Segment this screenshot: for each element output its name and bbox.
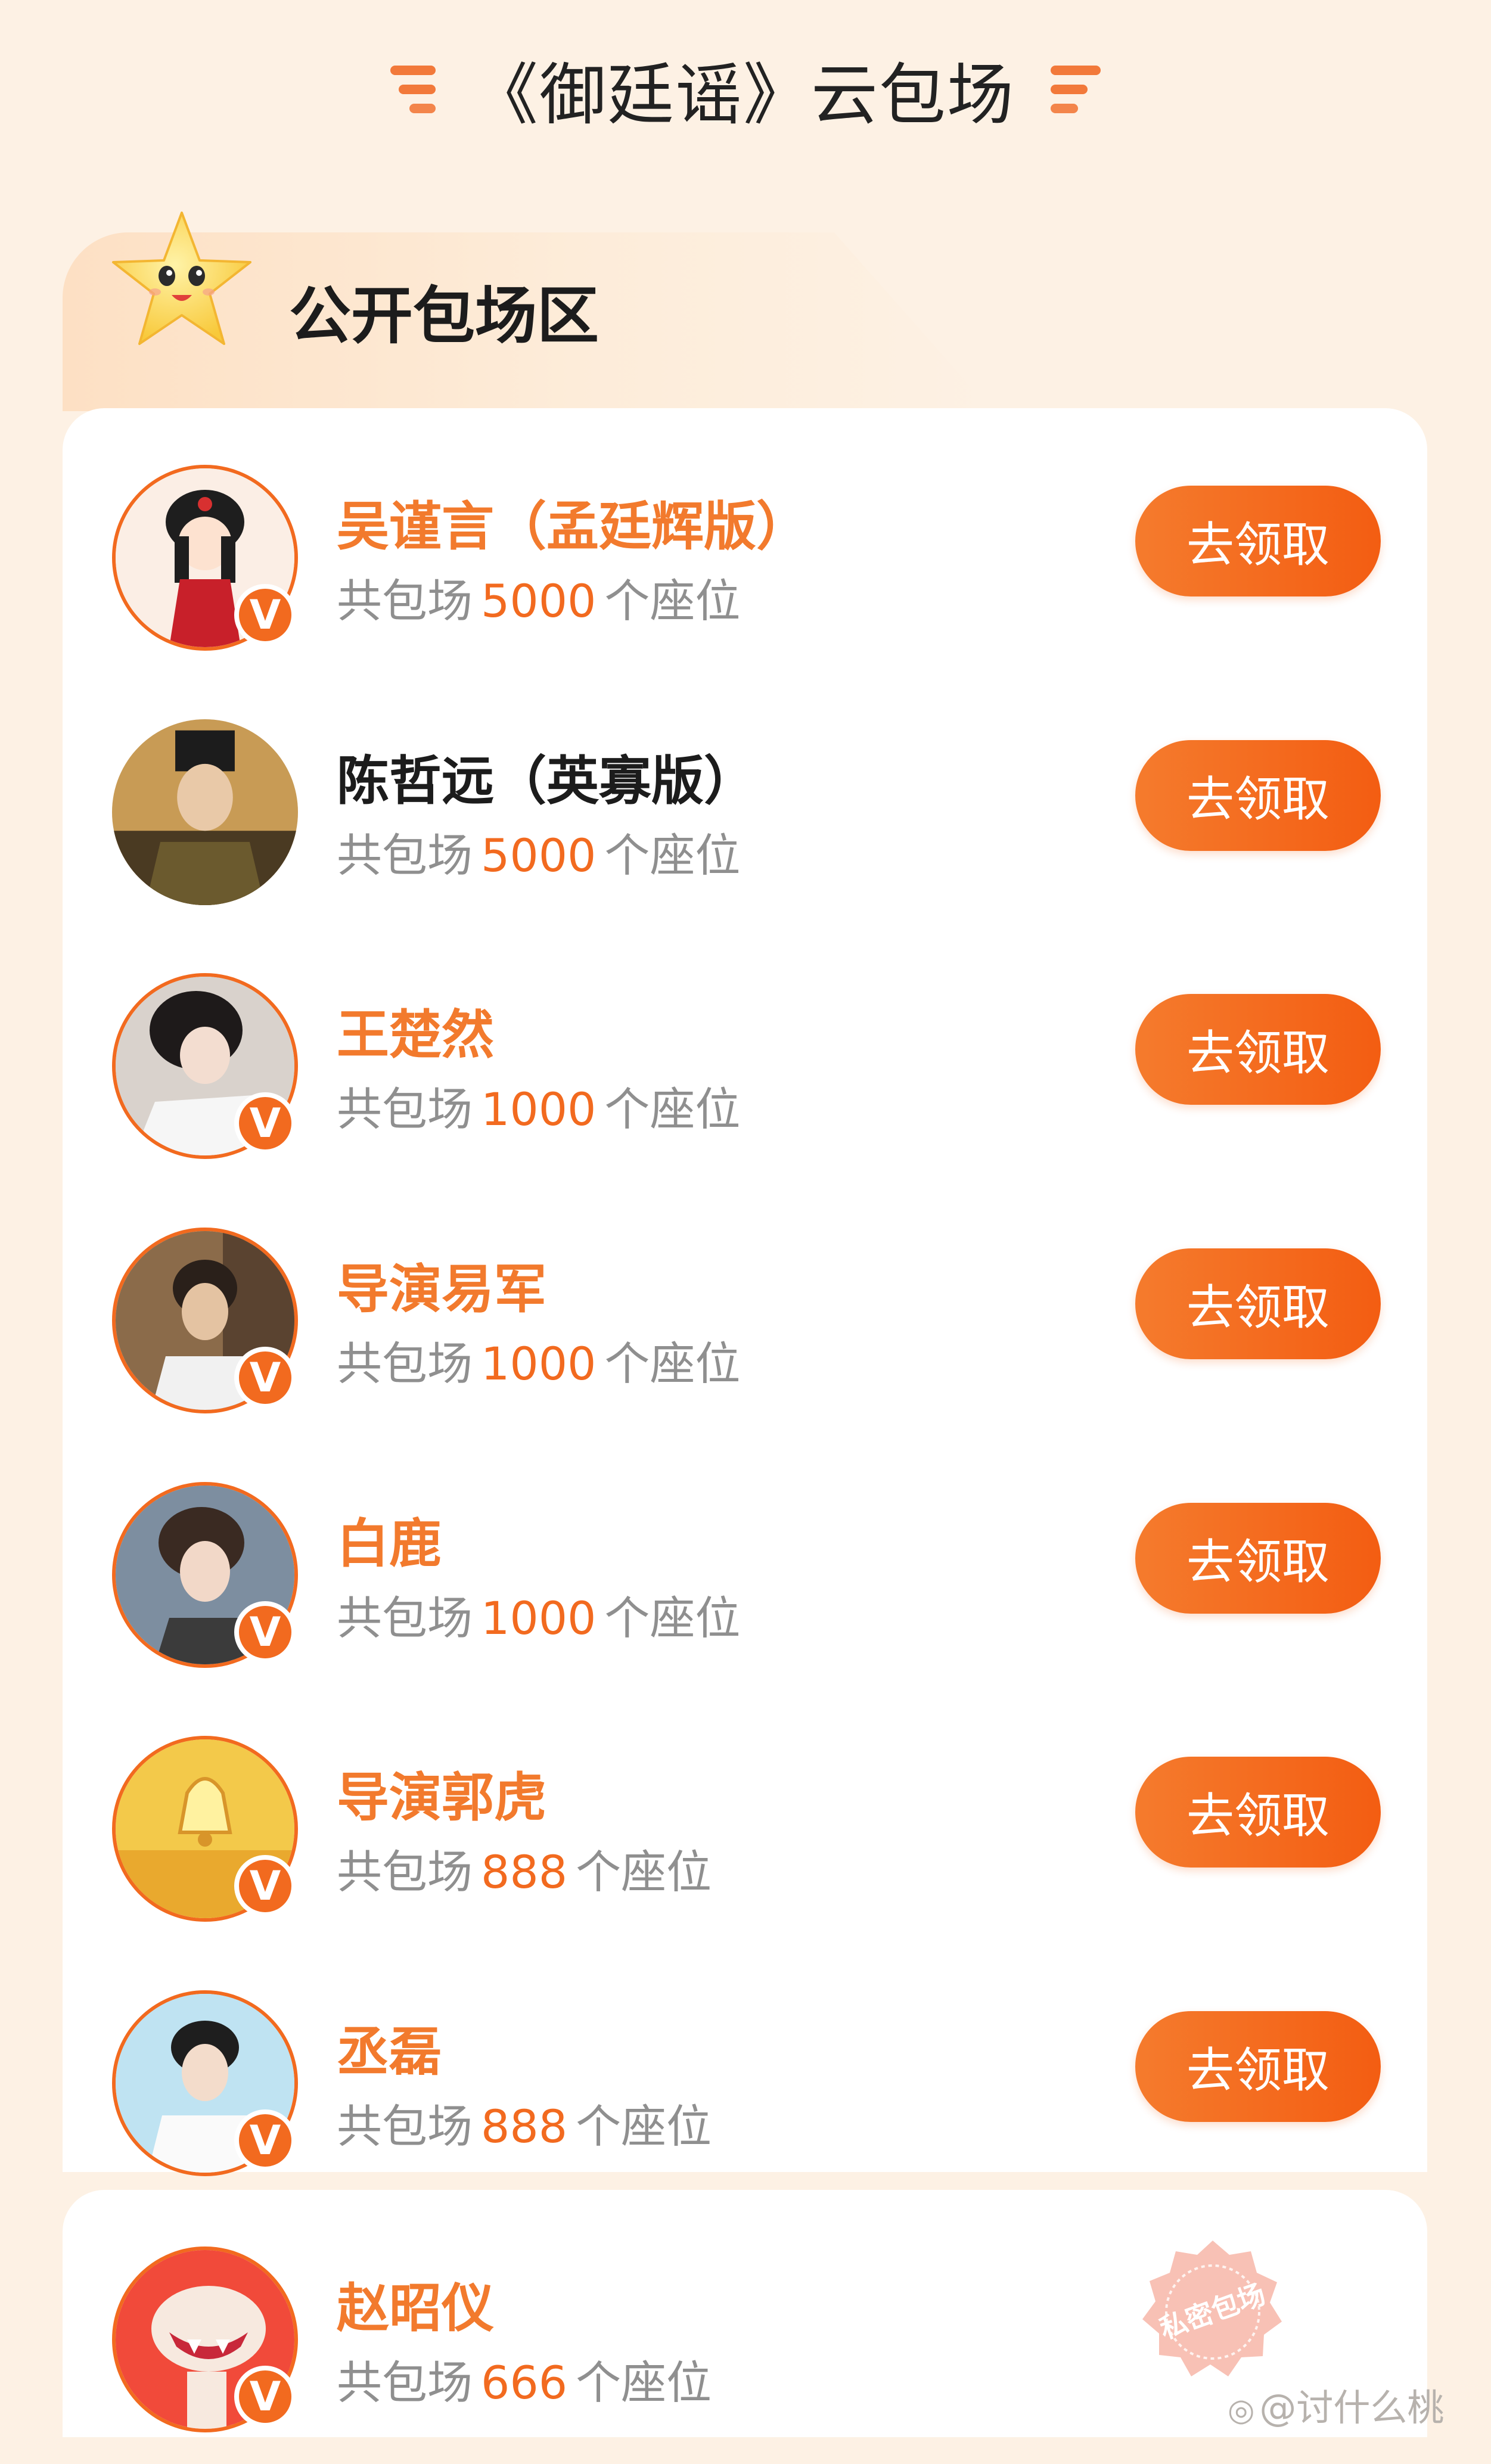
list-item: V 丞磊 共包场 888 个座位 去领取 bbox=[63, 1957, 1427, 2208]
entry-name: 丞磊 bbox=[337, 2021, 442, 2083]
verified-badge-icon: V bbox=[234, 1855, 296, 1917]
verified-badge-icon: V bbox=[234, 2109, 296, 2171]
avatar[interactable] bbox=[112, 719, 303, 910]
avatar[interactable]: V bbox=[112, 1482, 303, 1673]
claim-button[interactable]: 去领取 bbox=[1135, 994, 1381, 1105]
seat-count-text: 共包场 888 个座位 bbox=[337, 1845, 712, 1899]
avatar[interactable]: V bbox=[112, 465, 303, 655]
list-item: V 吴谨言（孟廷辉版） 共包场 5000 个座位 去领取 bbox=[63, 432, 1427, 682]
weibo-icon: ◎ bbox=[1228, 2392, 1255, 2428]
seat-count-text: 共包场 666 个座位 bbox=[337, 2356, 712, 2409]
claim-button[interactable]: 去领取 bbox=[1135, 1503, 1381, 1614]
claim-button[interactable]: 去领取 bbox=[1135, 1757, 1381, 1868]
seat-count: 5000 bbox=[481, 829, 597, 882]
seat-count-text: 共包场 5000 个座位 bbox=[337, 829, 741, 882]
seat-count: 1000 bbox=[481, 1337, 597, 1390]
section-title: 公开包场区 bbox=[289, 279, 599, 352]
entry-name: 陈哲远（英寡版） bbox=[337, 750, 757, 812]
list-item: V 白鹿 共包场 1000 个座位 去领取 bbox=[63, 1449, 1427, 1699]
list-item: V 导演易军 共包场 1000 个座位 去领取 bbox=[63, 1195, 1427, 1445]
claim-button[interactable]: 去领取 bbox=[1135, 486, 1381, 596]
verified-badge-icon: V bbox=[234, 1092, 296, 1154]
list-item: V 导演郭虎 共包场 888 个座位 去领取 bbox=[63, 1703, 1427, 1953]
list-item: 陈哲远（英寡版） 共包场 5000 个座位 去领取 bbox=[63, 686, 1427, 937]
seat-count-text: 共包场 888 个座位 bbox=[337, 2100, 712, 2153]
seat-count: 1000 bbox=[481, 1083, 597, 1136]
entry-name: 白鹿 bbox=[337, 1513, 442, 1574]
title-decoration-left-icon bbox=[390, 66, 436, 113]
watermark: ◎ @讨什么桃 bbox=[1228, 2386, 1445, 2429]
seat-count-text: 共包场 1000 个座位 bbox=[337, 1592, 741, 1645]
avatar[interactable]: V bbox=[112, 1736, 303, 1927]
entry-name: 王楚然 bbox=[337, 1004, 495, 1065]
seat-count-text: 共包场 1000 个座位 bbox=[337, 1337, 741, 1390]
seat-count: 5000 bbox=[481, 574, 597, 627]
avatar[interactable]: V bbox=[112, 1228, 303, 1418]
verified-badge-icon: V bbox=[234, 1347, 296, 1409]
verified-badge-icon: V bbox=[234, 2366, 296, 2428]
public-list-card: V 吴谨言（孟廷辉版） 共包场 5000 个座位 去领取 陈哲远（英寡版） 共包场 5… bbox=[63, 408, 1427, 2176]
verified-badge-icon: V bbox=[234, 1601, 296, 1663]
avatar[interactable]: V bbox=[112, 973, 303, 1164]
seat-count: 888 bbox=[481, 1845, 568, 1899]
seat-count: 666 bbox=[481, 2356, 568, 2409]
private-stamp-icon: 私密包场 bbox=[1142, 2241, 1282, 2376]
claim-button[interactable]: 去领取 bbox=[1135, 2011, 1381, 2122]
star-mascot-icon bbox=[112, 212, 251, 345]
avatar[interactable]: V bbox=[112, 1990, 303, 2181]
verified-badge-icon: V bbox=[234, 584, 296, 646]
title-decoration-right-icon bbox=[1051, 66, 1101, 113]
entry-name: 吴谨言（孟廷辉版） bbox=[337, 496, 809, 557]
photo-avatar-icon bbox=[112, 719, 298, 905]
claim-button[interactable]: 去领取 bbox=[1135, 1248, 1381, 1359]
seat-count: 1000 bbox=[481, 1592, 597, 1645]
claim-button[interactable]: 去领取 bbox=[1135, 740, 1381, 851]
list-item: V 王楚然 共包场 1000 个座位 去领取 bbox=[63, 940, 1427, 1191]
entry-name: 赵昭仪 bbox=[337, 2277, 495, 2339]
page-title-bar: 《御廷谣》云包场 bbox=[0, 42, 1491, 137]
seat-count: 888 bbox=[481, 2100, 568, 2153]
page-title: 《御廷谣》云包场 bbox=[471, 57, 1015, 134]
seat-count-text: 共包场 1000 个座位 bbox=[337, 1083, 741, 1136]
entry-name: 导演郭虎 bbox=[337, 1767, 547, 1828]
seat-count-text: 共包场 5000 个座位 bbox=[337, 574, 741, 627]
avatar[interactable]: V bbox=[112, 2247, 303, 2437]
entry-name: 导演易军 bbox=[337, 1259, 547, 1320]
